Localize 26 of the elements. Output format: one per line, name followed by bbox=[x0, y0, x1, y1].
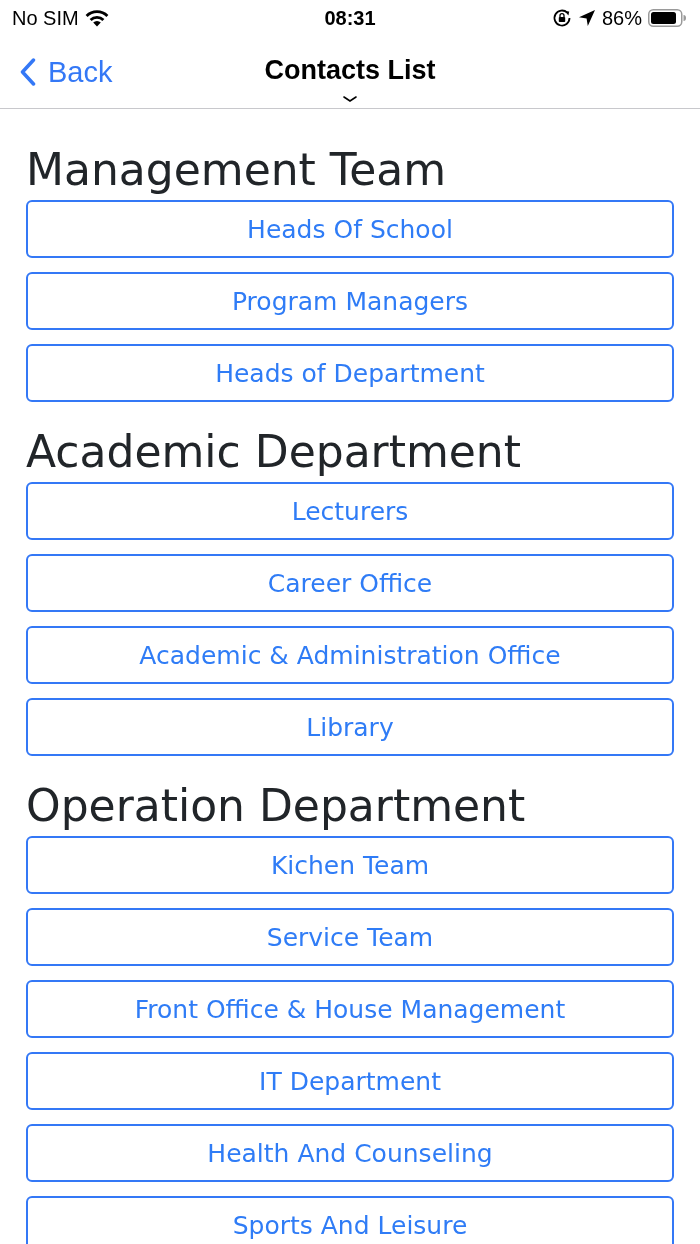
battery-percent: 86% bbox=[601, 6, 642, 30]
carrier-label: No SIM bbox=[12, 6, 79, 30]
contact-group-button[interactable]: Lecturers bbox=[26, 482, 674, 540]
wifi-icon bbox=[84, 9, 109, 27]
contact-group-button[interactable]: Heads Of School bbox=[26, 200, 674, 258]
contact-group-button[interactable]: Health And Counseling bbox=[26, 1124, 674, 1182]
section-heading: Management Team bbox=[26, 144, 447, 196]
contact-group-button[interactable]: Academic & Administration Office bbox=[26, 626, 674, 684]
contact-group-button[interactable]: IT Department bbox=[26, 1052, 674, 1110]
nav-title: Contacts List bbox=[264, 55, 436, 86]
contact-group-button[interactable]: Service Team bbox=[26, 908, 674, 966]
section-heading: Academic Department bbox=[26, 426, 521, 478]
rotation-lock-icon bbox=[551, 8, 572, 28]
clock-time: 08:31 bbox=[324, 6, 376, 29]
contact-group-button[interactable]: Program Managers bbox=[26, 272, 674, 330]
back-button[interactable]: Back bbox=[20, 55, 113, 89]
section-heading: Operation Department bbox=[26, 780, 526, 832]
chevron-left-icon bbox=[20, 58, 36, 86]
contact-group-button[interactable]: Library bbox=[26, 698, 674, 756]
battery-icon bbox=[648, 9, 686, 27]
contact-group-button[interactable]: Career Office bbox=[26, 554, 674, 612]
contact-group-button[interactable]: Heads of Department bbox=[26, 344, 674, 402]
contact-group-button[interactable]: Front Office & House Management bbox=[26, 980, 674, 1038]
chevron-down-icon[interactable] bbox=[343, 96, 357, 102]
contact-group-button[interactable]: Kichen Team bbox=[26, 836, 674, 894]
contact-group-button[interactable]: Sports And Leisure bbox=[26, 1196, 674, 1244]
